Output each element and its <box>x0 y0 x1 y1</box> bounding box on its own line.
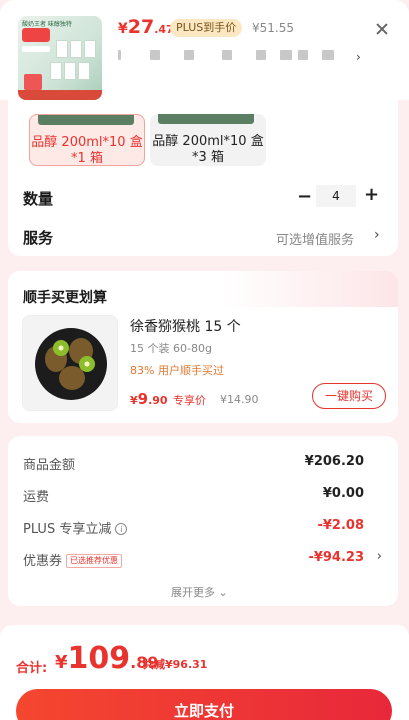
option-label: 品醇 200ml*10 盒*1 箱 <box>31 135 143 166</box>
milk-carton <box>84 40 96 58</box>
total-label: 合计: <box>16 661 48 676</box>
summary-label-coupon[interactable]: 优惠券 已选推荐优惠 <box>23 550 123 569</box>
service-label: 服务 <box>23 229 54 247</box>
addon-price: ¥9.90 <box>130 390 168 408</box>
checkout-footer: 合计: ¥109.89 共减¥96.31 立即支付 <box>0 625 409 720</box>
addon-buy-rate: 83% 用户顺手买过 <box>130 364 224 377</box>
thumbnail-promo <box>24 74 42 90</box>
price-summary-card: 商品金额 ¥206.20 运费 ¥0.00 PLUS 专享立减 i -¥2.08 … <box>8 436 398 606</box>
product-thumbnail: 酸奶王者 味醇独特 <box>18 16 102 100</box>
thumbnail-tag: 酸奶王者 味醇独特 <box>22 21 72 28</box>
pay-now-button[interactable]: 立即支付 <box>16 689 392 720</box>
spec-card: 品醇 200ml*10 盒*1 箱 品醇 200ml*10 盒*3 箱 数量 −… <box>8 98 398 256</box>
chevron-right-icon[interactable]: › <box>377 549 382 564</box>
addon-product-name[interactable]: 徐香猕猴桃 15 个 <box>130 316 241 336</box>
kiwi-image <box>22 315 118 411</box>
option-label: 品醇 200ml*10 盒*3 箱 <box>152 134 264 165</box>
selected-price: ¥27.47 <box>118 16 174 38</box>
original-price: ¥51.55 <box>252 21 294 35</box>
addon-card: 顺手买更划算 徐香猕猴桃 15 个 15 个装 60-80g 83% 用户顺手买… <box>8 271 398 423</box>
summary-label-plus: PLUS 专享立减 i <box>23 518 128 537</box>
expand-more-link[interactable]: 展开更多 ⌄ <box>171 584 228 600</box>
addon-product-spec: 15 个装 60-80g <box>130 342 212 355</box>
thumbnail-strip <box>22 46 50 52</box>
option-image <box>38 115 134 125</box>
thumbnail-badge <box>22 28 50 42</box>
coupon-tag: 已选推荐优惠 <box>66 554 123 568</box>
thumbnail-footer <box>18 90 102 100</box>
summary-value: ¥0.00 <box>322 486 364 501</box>
summary-label: 商品金额 <box>23 458 76 473</box>
chevron-right-icon[interactable]: › <box>356 50 361 64</box>
minus-button[interactable]: − <box>297 186 312 207</box>
quantity-label: 数量 <box>23 190 54 208</box>
addon-price-tag: 专享价 <box>173 394 206 407</box>
plus-price-tag: PLUS到手价 <box>170 19 243 37</box>
one-click-buy-button[interactable]: 一键购买 <box>312 383 386 409</box>
coupon-value[interactable]: -¥94.23 <box>308 550 364 565</box>
summary-label: 运费 <box>23 490 50 505</box>
info-icon[interactable]: i <box>115 523 128 535</box>
milk-carton <box>70 40 82 58</box>
summary-value: -¥2.08 <box>317 518 364 533</box>
service-value[interactable]: 可选增值服务 <box>276 229 354 248</box>
plus-button[interactable]: + <box>364 184 379 205</box>
product-header: 酸奶王者 味醇独特 ¥27.47 PLUS到手价 ¥51.55 › <box>0 0 409 100</box>
milk-carton <box>50 62 62 80</box>
summary-value: ¥206.20 <box>304 454 364 469</box>
total-saved: 共减¥96.31 <box>143 658 208 671</box>
chevron-right-icon[interactable]: › <box>374 227 380 243</box>
option-3-box[interactable]: 品醇 200ml*10 盒*3 箱 <box>150 114 266 166</box>
addon-original-price: ¥14.90 <box>220 393 259 406</box>
quantity-input[interactable]: 4 <box>316 185 356 207</box>
milk-carton <box>56 40 68 58</box>
close-icon[interactable] <box>374 22 390 38</box>
option-1-box[interactable]: 品醇 200ml*10 盒*1 箱 <box>29 114 145 166</box>
addon-title: 顺手买更划算 <box>23 290 107 306</box>
selected-spec-blurred[interactable] <box>118 48 358 62</box>
milk-carton <box>64 62 76 80</box>
option-image <box>158 114 254 124</box>
milk-carton <box>78 62 90 80</box>
